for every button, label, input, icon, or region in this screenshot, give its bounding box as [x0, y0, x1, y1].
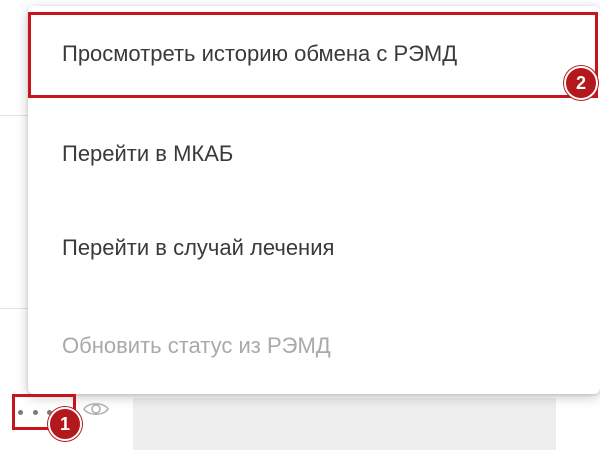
more-actions-button[interactable]	[18, 404, 52, 420]
table-row-divider	[0, 308, 28, 309]
more-dots-icon	[32, 409, 38, 415]
page: Просмотреть историю обмена с РЭМД Перейт…	[0, 0, 600, 450]
menu-item-go-to-mkab[interactable]: Перейти в МКАБ	[28, 106, 600, 202]
menu-item-label: Перейти в МКАБ	[62, 141, 234, 166]
table-row-divider	[0, 115, 28, 116]
table-cell-background	[133, 398, 556, 450]
menu-item-go-to-treatment-case[interactable]: Перейти в случай лечения	[28, 200, 600, 296]
menu-item-view-remd-history[interactable]: Просмотреть историю обмена с РЭМД	[28, 8, 600, 100]
annotation-badge: 1	[48, 407, 82, 441]
menu-item-label: Просмотреть историю обмена с РЭМД	[62, 41, 458, 66]
annotation-badge: 2	[564, 66, 598, 100]
eye-icon[interactable]	[82, 398, 110, 420]
menu-item-update-remd-status: Обновить статус из РЭМД	[28, 298, 600, 394]
more-dots-icon	[18, 409, 23, 415]
context-menu: Просмотреть историю обмена с РЭМД Перейт…	[28, 6, 600, 394]
menu-item-label: Обновить статус из РЭМД	[62, 333, 331, 358]
menu-item-label: Перейти в случай лечения	[62, 235, 335, 260]
